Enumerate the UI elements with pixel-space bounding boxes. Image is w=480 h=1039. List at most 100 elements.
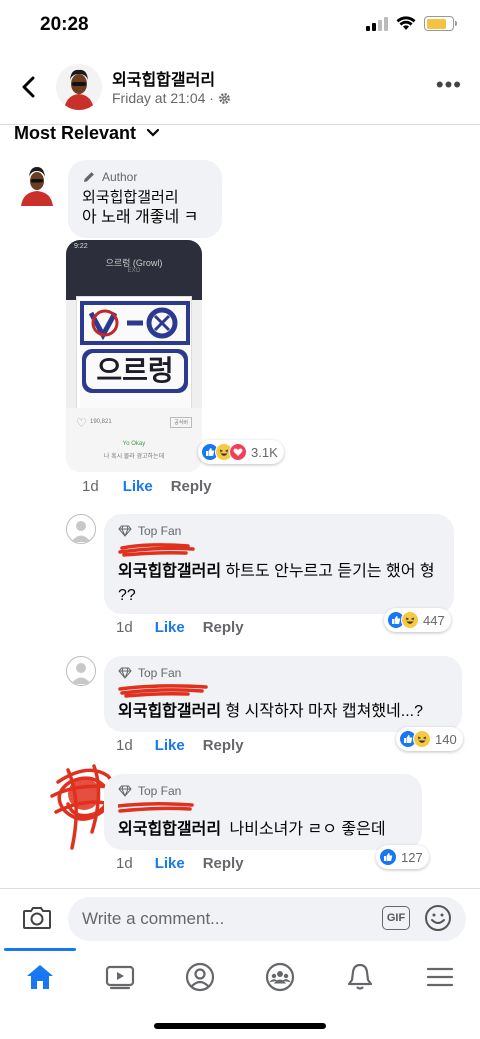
tab-profile[interactable]	[180, 960, 220, 994]
redacted-name	[118, 540, 440, 560]
reaction-summary[interactable]: 3.1K	[198, 440, 284, 464]
more-options-button[interactable]: •••	[436, 74, 462, 96]
reaction-summary[interactable]: 140	[396, 727, 463, 751]
post-timestamp: Friday at 21:04 ·	[112, 90, 214, 106]
comment-bubble[interactable]: Author 외국힙합갤러리 아 노래 개좋네 ㅋ	[68, 160, 222, 238]
comment-avatar[interactable]	[18, 162, 56, 206]
tab-groups[interactable]	[260, 960, 300, 994]
commenter-name[interactable]: 외국힙합갤러리	[118, 821, 221, 838]
emoji-icon	[425, 905, 451, 931]
comment-time: 1d	[116, 619, 133, 636]
album-art: 으르렁	[76, 296, 192, 410]
groups-icon	[265, 962, 295, 992]
reply-button[interactable]: Reply	[171, 478, 212, 495]
wifi-icon	[396, 16, 416, 30]
status-icons	[366, 16, 457, 31]
redaction-scribble	[116, 801, 194, 813]
commenter-name[interactable]: 외국힙합갤러리	[118, 703, 221, 720]
like-button[interactable]: Like	[155, 619, 185, 636]
sort-dropdown[interactable]: Most Relevant	[14, 122, 160, 144]
reaction-summary[interactable]: 447	[384, 608, 451, 632]
like-button[interactable]: Like	[155, 855, 185, 872]
comment-bubble[interactable]: Top Fan 외국힙합갤러리 하트도 안누르고 듣기는 했어 형 ??	[104, 514, 454, 614]
status-bar: 20:28	[0, 0, 480, 52]
lyrics-button: 공식버	[170, 417, 192, 428]
haha-reaction-icon	[413, 730, 431, 748]
attachment-image[interactable]: 9:22 으르렁 (Growl) EXO 으르렁 ♡ 190,821 공식버 Y…	[66, 240, 202, 472]
page-avatar[interactable]	[56, 64, 102, 110]
reaction-count: 127	[401, 849, 423, 865]
comment-avatar[interactable]	[66, 514, 96, 544]
diamond-icon	[118, 525, 132, 537]
diamond-icon	[118, 785, 132, 797]
page-title[interactable]: 외국힙합갤러리	[112, 66, 215, 90]
tab-notifications[interactable]	[340, 960, 380, 994]
redaction-scribble	[118, 543, 195, 557]
like-button[interactable]: Like	[155, 737, 185, 754]
song-likes: 190,821	[90, 419, 112, 425]
reply-button[interactable]: Reply	[203, 619, 244, 636]
bell-icon	[347, 963, 373, 990]
tab-menu[interactable]	[420, 960, 460, 994]
camera-icon	[23, 907, 51, 929]
song-artist: EXO	[127, 268, 141, 274]
avatar-image	[56, 64, 102, 110]
camera-button[interactable]	[22, 905, 52, 936]
music-app-footer: ♡ 190,821 공식버 Yo Okay 나 혹시 몰라 경고하는데	[66, 408, 202, 472]
tab-watch[interactable]	[100, 960, 140, 994]
comment-time: 1d	[116, 855, 133, 872]
back-button[interactable]	[14, 72, 44, 102]
commenter-name[interactable]: 외국힙합갤러리	[82, 186, 208, 207]
comment-text: 아 노래 개좋네 ㅋ	[82, 209, 199, 226]
like-button[interactable]: Like	[123, 478, 153, 495]
top-fan-badge: Top Fan	[118, 664, 448, 682]
gif-button[interactable]: GIF	[382, 906, 410, 930]
badge-label: Top Fan	[138, 666, 182, 680]
comment-body: 나비소녀가 ㄹㅇ 좋은데	[229, 821, 386, 838]
comment-bubble[interactable]: Top Fan 외국힙합갤러리 형 시작하자 마자 캡쳐했네...?	[104, 656, 462, 732]
comment-actions: 1d Like Reply	[116, 619, 244, 636]
reply-button[interactable]: Reply	[203, 855, 244, 872]
album-art-text: 으르렁	[96, 354, 174, 387]
comment-text: 외국힙합갤러리 형 시작하자 마자 캡쳐했네...?	[118, 700, 448, 724]
comment-text: 외국힙합갤러리 나비소녀가 ㄹㅇ 좋은데	[118, 818, 408, 842]
lyric-line-2: 나 혹시 몰라 경고하는데	[103, 454, 165, 460]
profile-icon	[185, 962, 215, 992]
home-icon	[27, 965, 53, 989]
comment-time: 1d	[82, 478, 99, 495]
post-time: Friday at 21:04 ·	[112, 90, 231, 106]
commenter-name[interactable]: 외국힙합갤러리	[118, 563, 221, 580]
haha-reaction-icon	[401, 611, 419, 629]
emoji-button[interactable]	[424, 904, 452, 937]
reaction-count: 140	[435, 731, 457, 747]
status-time: 20:28	[40, 14, 89, 35]
chevron-down-icon	[146, 128, 160, 137]
like-reaction-icon	[379, 848, 397, 866]
avatar-image	[21, 167, 53, 206]
tab-home[interactable]	[20, 960, 60, 994]
top-fan-badge: Top Fan	[118, 782, 408, 800]
diamond-icon	[118, 667, 132, 679]
reply-button[interactable]: Reply	[203, 737, 244, 754]
pencil-icon	[84, 172, 94, 182]
active-tab-indicator	[4, 948, 76, 951]
reaction-count: 447	[423, 612, 445, 628]
comment-avatar[interactable]	[66, 656, 96, 686]
redacted-name	[116, 800, 408, 818]
battery-icon	[424, 16, 457, 31]
comment-body: 형 시작하자 마자 캡쳐했네...?	[225, 703, 424, 720]
comment-actions: 1d Like Reply	[116, 737, 244, 754]
default-avatar-icon	[71, 521, 91, 542]
comment-bubble[interactable]: Top Fan 외국힙합갤러리 나비소녀가 ㄹㅇ 좋은데	[104, 774, 422, 850]
reaction-summary[interactable]: 127	[376, 845, 429, 869]
love-reaction-icon	[229, 443, 247, 461]
default-avatar-icon	[71, 663, 91, 684]
attachment-status-time: 9:22	[74, 243, 88, 250]
gear-icon	[219, 92, 230, 104]
badge-label: Top Fan	[138, 524, 182, 538]
author-badge: Author	[82, 168, 208, 186]
heart-outline-icon: ♡	[76, 416, 87, 430]
post-header: 외국힙합갤러리 Friday at 21:04 · •••	[0, 58, 480, 122]
chevron-left-icon	[22, 76, 35, 98]
home-indicator	[154, 1023, 326, 1029]
